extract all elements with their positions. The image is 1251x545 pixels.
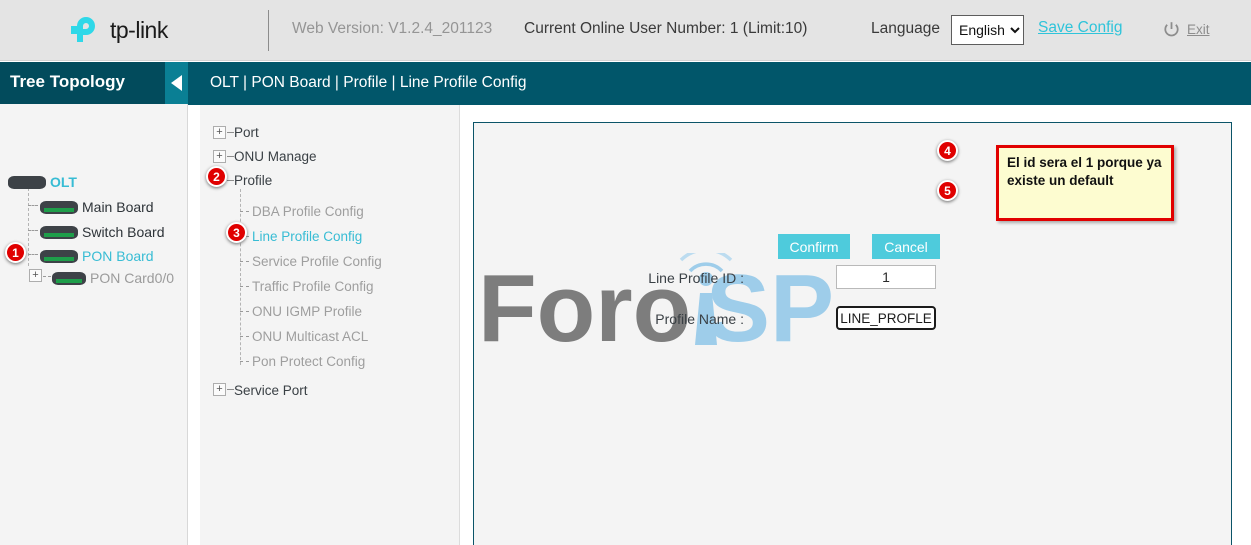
tree-node-olt[interactable]: OLT [8, 174, 77, 190]
tree-node-label: Main Board [82, 199, 154, 215]
device-icon [8, 176, 46, 189]
nav-item-profile[interactable]: Profile [234, 173, 272, 188]
language-select[interactable]: English [951, 15, 1024, 45]
tree-topology-header: Tree Topology [0, 62, 188, 104]
profile-name-input[interactable] [836, 306, 936, 330]
nav-expander-service-port[interactable]: + [213, 383, 226, 396]
nav-dash-onu-manage [227, 156, 234, 157]
tree-topology-title: Tree Topology [10, 72, 125, 92]
tree-connector-pon [28, 254, 38, 255]
nav-dash-service [240, 261, 249, 262]
nav-item-onu-igmp-profile[interactable]: ONU IGMP Profile [252, 304, 362, 319]
confirm-button[interactable]: Confirm [778, 234, 850, 259]
tplink-logo: tp-link [68, 9, 203, 51]
nav-item-onu-multicast-acl[interactable]: ONU Multicast ACL [252, 329, 368, 344]
nav-expander-port[interactable]: + [213, 126, 226, 139]
sidebar-collapse-button[interactable] [165, 62, 188, 104]
app-header: tp-link Web Version: V1.2.4_201123 Curre… [0, 0, 1251, 61]
nav-item-line-profile-config[interactable]: Line Profile Config [252, 229, 362, 244]
language-label: Language [871, 20, 940, 38]
annotation-badge-1: 1 [5, 242, 26, 263]
device-icon [40, 226, 78, 239]
breadcrumb: OLT | PON Board | Profile | Line Profile… [210, 74, 526, 92]
profile-name-label: Profile Name : [634, 311, 744, 327]
nav-item-service-profile-config[interactable]: Service Profile Config [252, 254, 382, 269]
nav-dash-service-port [227, 389, 234, 390]
nav-item-traffic-profile-config[interactable]: Traffic Profile Config [252, 279, 374, 294]
tplink-logo-icon [68, 12, 104, 48]
tree-connector-switch [28, 230, 38, 231]
annotation-badge-3: 3 [226, 222, 247, 243]
annotation-note-text: El id sera el 1 porque ya existe un defa… [1007, 154, 1172, 190]
tplink-logo-text: tp-link [110, 17, 168, 44]
power-icon [1163, 21, 1180, 38]
annotation-note: El id sera el 1 porque ya existe un defa… [996, 145, 1174, 221]
nav-item-pon-protect-config[interactable]: Pon Protect Config [252, 354, 365, 369]
tree-node-switch-board[interactable]: Switch Board [40, 224, 164, 240]
nav-panel: + Port + ONU Manage Profile DBA Profile … [200, 105, 460, 545]
tree-node-main-board[interactable]: Main Board [40, 199, 154, 215]
device-icon [40, 201, 78, 214]
tree-node-label: Switch Board [82, 224, 164, 240]
cancel-button[interactable]: Cancel [872, 234, 940, 259]
nav-dash-igmp [240, 311, 249, 312]
nav-item-port[interactable]: Port [234, 125, 259, 140]
tree-topology-sidebar: Tree Topology + OLT Main Board Switch Bo… [0, 62, 188, 545]
tree-node-label: PON Card0/0 [90, 270, 174, 286]
device-icon [40, 250, 78, 263]
nav-expander-onu-manage[interactable]: + [213, 150, 226, 163]
nav-item-service-port[interactable]: Service Port [234, 383, 308, 398]
nav-dash-pon-protect [240, 361, 249, 362]
nav-dash-multicast [240, 336, 249, 337]
tree-node-pon-card[interactable]: PON Card0/0 [52, 270, 174, 286]
save-config-link[interactable]: Save Config [1038, 19, 1122, 37]
nav-item-onu-manage[interactable]: ONU Manage [234, 149, 317, 164]
tree-connector-poncard [43, 276, 51, 277]
online-user-count: Current Online User Number: 1 (Limit:10) [524, 20, 807, 38]
page-root: tp-link Web Version: V1.2.4_201123 Curre… [0, 0, 1251, 545]
annotation-badge-5: 5 [937, 180, 958, 201]
exit-link[interactable]: Exit [1187, 22, 1210, 37]
nav-dash-dba [240, 211, 249, 212]
line-profile-id-label: Line Profile ID : [634, 270, 744, 286]
nav-dash-port [227, 132, 234, 133]
tree-node-label: OLT [50, 174, 77, 190]
header-divider [268, 10, 269, 51]
tree-node-pon-board[interactable]: PON Board [40, 248, 154, 264]
nav-connector-vertical [240, 189, 241, 365]
annotation-badge-2: 2 [206, 166, 227, 187]
tree-connector-main [28, 205, 38, 206]
web-version-text: Web Version: V1.2.4_201123 [292, 20, 492, 38]
breadcrumb-bar: OLT | PON Board | Profile | Line Profile… [188, 62, 1251, 105]
line-profile-id-input[interactable] [836, 265, 936, 289]
tree-node-label: PON Board [82, 248, 154, 264]
chevron-left-icon [171, 75, 182, 91]
annotation-badge-4: 4 [937, 140, 958, 161]
nav-dash-traffic [240, 286, 249, 287]
nav-dash-profile [227, 180, 234, 181]
nav-item-dba-profile-config[interactable]: DBA Profile Config [252, 204, 364, 219]
tree-expander-pon-card[interactable]: + [29, 269, 42, 282]
device-icon [52, 272, 86, 285]
